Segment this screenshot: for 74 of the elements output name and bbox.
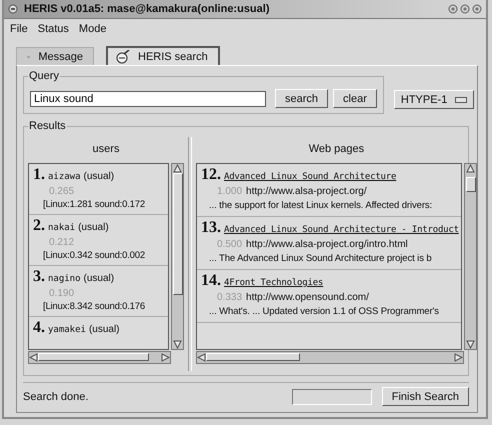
rank-number: 4. xyxy=(33,319,45,337)
user-name: aizawa xyxy=(48,172,81,182)
vertical-scrollbar[interactable] xyxy=(464,163,477,350)
list-item[interactable]: 13. Advanced Linux Sound Architecture - Introduct 0.500 http://www.alsa-project.org/intro.html ... The Advanced Linux Sound Architecture project is b xyxy=(197,217,461,270)
page-title-link[interactable]: Advanced Linux Sound Architecture xyxy=(224,172,396,182)
page-title-link[interactable]: 4Front Technologies xyxy=(224,278,324,288)
term-scores: [Linux:0.342 sound:0.002 xyxy=(42,250,146,261)
search-field[interactable]: Linux sound xyxy=(30,90,266,106)
horizontal-scrollbar[interactable] xyxy=(196,351,464,364)
window-title: HERIS v0.01a5: mase@kamakura(online:usual) xyxy=(24,3,270,15)
list-item[interactable]: 3. nagino (usual) 0.190 [Linux:8.342 sound:0.176 xyxy=(29,266,168,317)
tab[interactable]: Message xyxy=(16,47,94,65)
up-arrow-icon xyxy=(173,164,182,173)
menu-item[interactable]: File xyxy=(10,22,28,34)
rank-number: 13. xyxy=(201,219,221,237)
list-item[interactable]: 1. aizawa (usual) 0.265 [Linux:1.281 sound:0.172 xyxy=(29,164,168,215)
up-arrow-icon xyxy=(466,164,475,173)
list-item[interactable]: 12. Advanced Linux Sound Architecture 1.000 http://www.alsa-project.org/ ... the support for latest Linux kernels. Affected drivers: xyxy=(197,164,461,217)
user-name: yamakei xyxy=(48,325,86,335)
scrollbar-thumb[interactable] xyxy=(206,353,300,361)
score: 0.500 xyxy=(217,239,242,250)
list-item[interactable]: 14. 4Front Technologies 0.333 http://www.opensound.com/ ... What's. ... Updated version 1.1 of OSS Programmer's xyxy=(197,270,461,323)
menu-item[interactable]: Mode xyxy=(78,22,106,34)
scrollbar-thumb[interactable] xyxy=(38,353,149,361)
button[interactable]: clear xyxy=(333,89,377,108)
page-snippet: ... The Advanced Linux Sound Architecture project is b xyxy=(208,253,433,264)
rank-number: 1. xyxy=(33,166,45,184)
type-menu[interactable]: HTYPE-1 xyxy=(394,90,474,109)
rank-number: 3. xyxy=(33,268,45,286)
term-scores: [Linux:8.342 sound:0.176 xyxy=(42,301,146,312)
button[interactable]: search xyxy=(275,89,328,108)
page-snippet: ... What's. ... Updated version 1.1 of OSS Programmer's xyxy=(208,306,440,317)
user-name: nakai xyxy=(48,223,76,233)
user-status: (usual) xyxy=(88,324,120,335)
right-arrow-icon xyxy=(454,353,463,362)
user-name: nagino xyxy=(48,274,81,284)
score: 0.190 xyxy=(48,288,76,299)
list-item[interactable]: 2. nakai (usual) 0.212 [Linux:0.342 sound:0.002 xyxy=(29,215,168,266)
status-message: Search done. xyxy=(23,390,90,402)
scrollbar-thumb[interactable] xyxy=(173,173,183,296)
page-url: http://www.opensound.com/ xyxy=(246,292,369,303)
left-arrow-icon xyxy=(197,353,206,362)
rank-number: 12. xyxy=(201,166,221,184)
down-arrow-icon xyxy=(466,340,475,349)
magnifier-icon xyxy=(114,50,130,64)
group-label: Results xyxy=(28,120,67,132)
horizontal-scrollbar[interactable] xyxy=(28,351,171,364)
score: 0.333 xyxy=(217,292,242,303)
scrollbar-thumb[interactable] xyxy=(466,176,476,192)
page-title-link[interactable]: Advanced Linux Sound Architecture - Introduct xyxy=(224,225,459,235)
page-url: http://www.alsa-project.org/ xyxy=(246,186,367,197)
score: 0.265 xyxy=(48,186,76,197)
down-arrow-icon xyxy=(173,340,182,349)
term-scores: [Linux:1.281 sound:0.172 xyxy=(42,199,146,210)
group-label: Query xyxy=(28,70,60,82)
page-snippet: ... the support for latest Linux kernels. Affected drivers: xyxy=(208,200,434,211)
user-status: (usual) xyxy=(78,222,109,233)
score: 1.000 xyxy=(217,186,242,197)
option-indicator-icon xyxy=(455,96,468,102)
menu-item[interactable]: Status xyxy=(38,22,69,34)
rank-number: 14. xyxy=(201,272,221,290)
page-url: http://www.alsa-project.org/intro.html xyxy=(246,239,408,250)
column-heading: users xyxy=(92,142,120,157)
tab[interactable]: HERIS search xyxy=(106,46,220,65)
finish-search-button[interactable]: Finish Search xyxy=(382,387,469,406)
column-heading: Web pages xyxy=(308,142,366,157)
left-arrow-icon xyxy=(29,353,38,362)
user-status: (usual) xyxy=(84,273,114,284)
user-status: (usual) xyxy=(84,171,114,182)
score: 0.212 xyxy=(48,237,76,248)
window-menu-icon xyxy=(8,4,18,14)
right-arrow-icon xyxy=(161,353,170,362)
vertical-scrollbar[interactable] xyxy=(171,163,184,350)
rank-number: 2. xyxy=(33,217,45,235)
